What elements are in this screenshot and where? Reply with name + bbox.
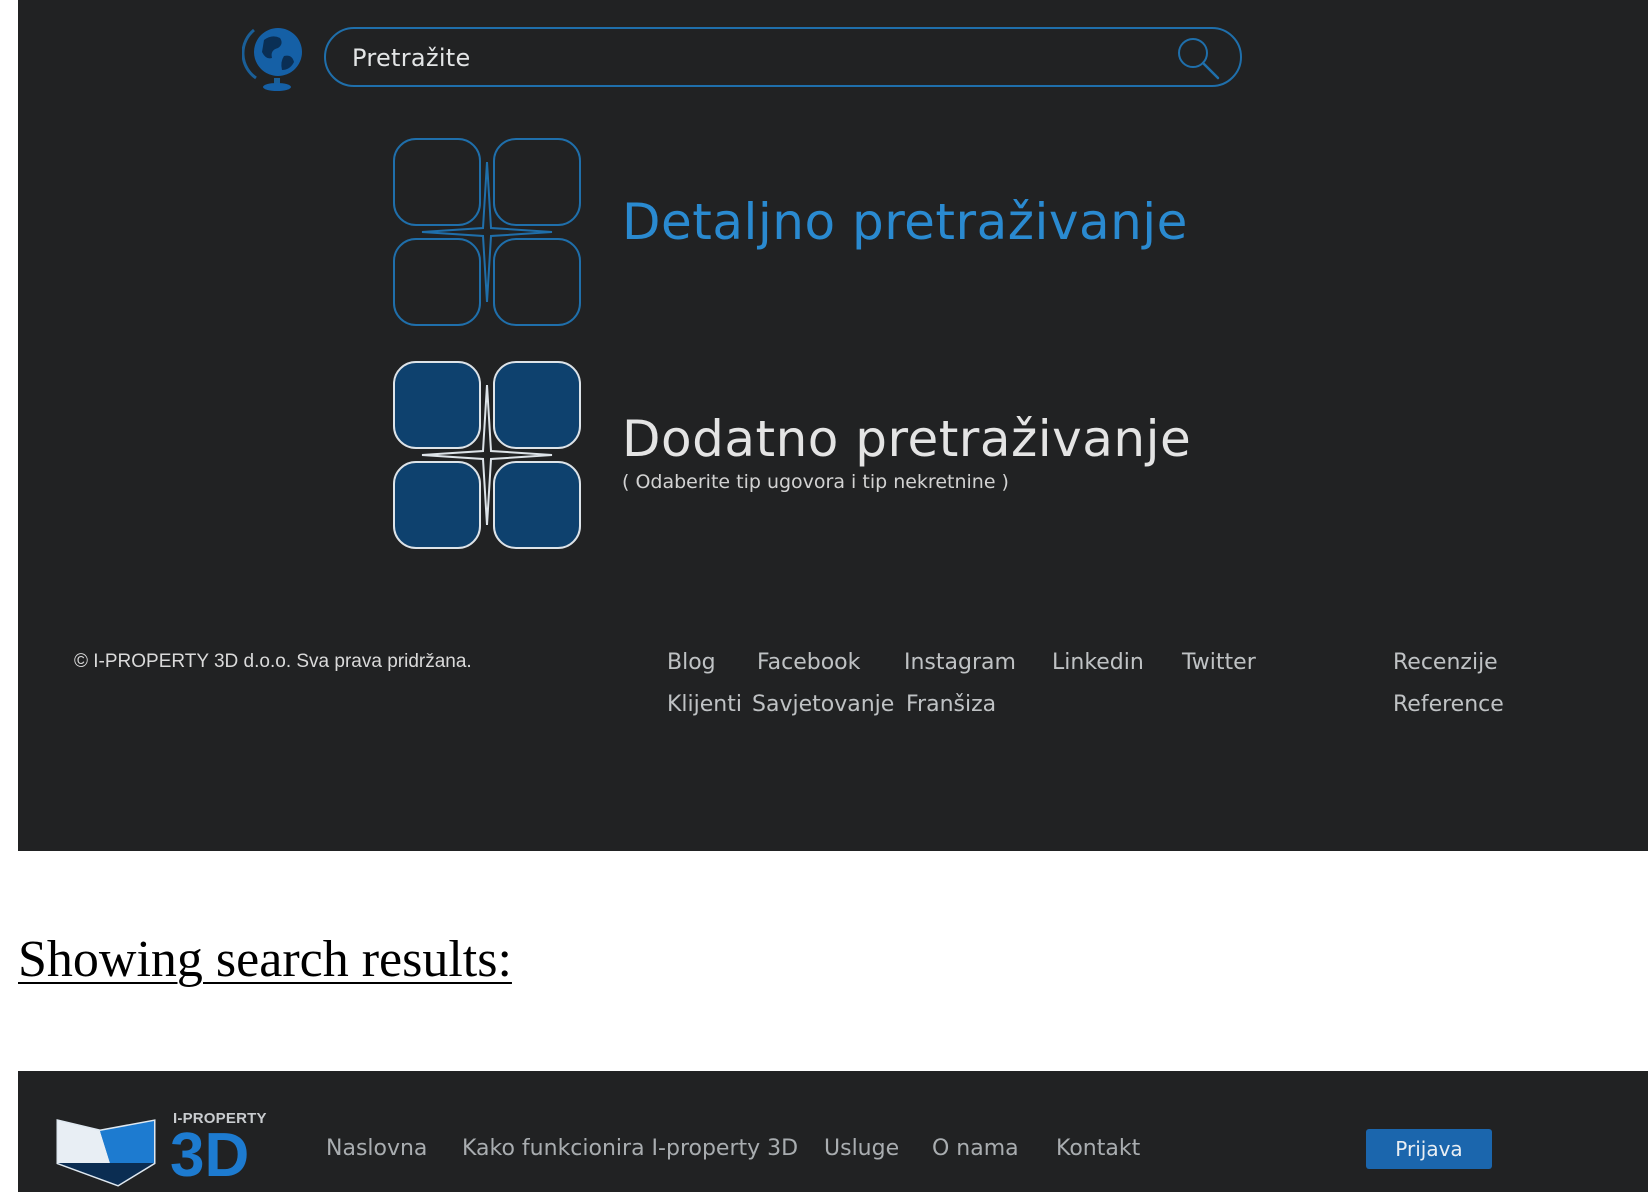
results-heading: Showing search results: — [18, 931, 512, 988]
footer-link-reference[interactable]: Reference — [1393, 692, 1504, 717]
footer-link-linkedin[interactable]: Linkedin — [1052, 650, 1144, 675]
copyright-text: © I-PROPERTY 3D d.o.o. Sva prava pridrža… — [74, 651, 472, 672]
footer-link-klijenti[interactable]: Klijenti — [667, 692, 742, 717]
footer-link-savjetovanje[interactable]: Savjetovanje — [752, 692, 894, 717]
search-icon[interactable] — [1174, 35, 1222, 81]
footer-link-facebook[interactable]: Facebook — [757, 650, 860, 675]
search-page-screenshot: Pretražite Detaljno pretraživanje Dodatn… — [18, 0, 1648, 851]
nav-kontakt[interactable]: Kontakt — [1056, 1136, 1140, 1161]
footer-link-blog[interactable]: Blog — [667, 650, 716, 675]
search-bar[interactable]: Pretražite — [324, 27, 1242, 87]
detailed-search-link[interactable]: Detaljno pretraživanje — [622, 193, 1188, 251]
house-logo-icon — [56, 1119, 156, 1187]
login-button[interactable]: Prijava — [1366, 1129, 1492, 1169]
filled-tiles-icon[interactable] — [392, 360, 582, 550]
additional-search-hint: ( Odaberite tip ugovora i tip nekretnine… — [622, 471, 1009, 493]
globe-icon[interactable] — [242, 20, 306, 94]
nav-o-nama[interactable]: O nama — [932, 1136, 1019, 1161]
footer-link-instagram[interactable]: Instagram — [904, 650, 1016, 675]
logo-text-big: 3D — [170, 1121, 250, 1190]
nav-usluge[interactable]: Usluge — [824, 1136, 899, 1161]
nav-kako-funkcionira[interactable]: Kako funkcionira I-property 3D — [462, 1136, 798, 1161]
footer-link-fransiza[interactable]: Franšiza — [906, 692, 996, 717]
nav-naslovna[interactable]: Naslovna — [326, 1136, 427, 1161]
search-input[interactable]: Pretražite — [352, 44, 471, 72]
outline-tiles-icon[interactable] — [392, 137, 582, 327]
footer-link-recenzije[interactable]: Recenzije — [1393, 650, 1498, 675]
additional-search-link[interactable]: Dodatno pretraživanje — [622, 410, 1191, 468]
footer-link-twitter[interactable]: Twitter — [1182, 650, 1256, 675]
